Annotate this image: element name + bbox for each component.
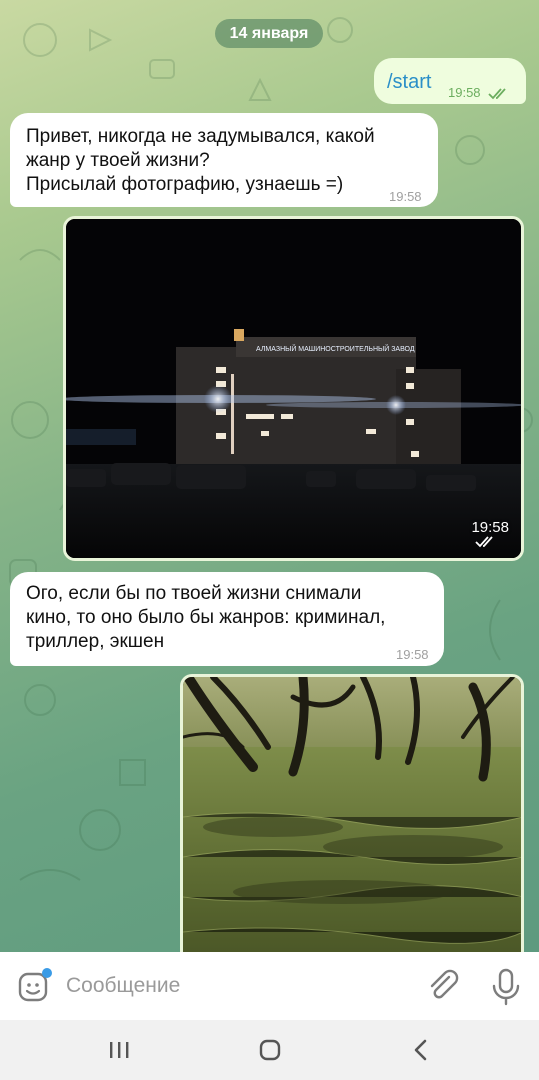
message-input[interactable]	[66, 970, 406, 1002]
message-line: кино, то оно было бы жанров: криминал,	[26, 607, 386, 628]
message-text: Ого, если бы по твоей жизни снимали кино…	[26, 582, 440, 654]
chat-background: 14 января /start 19:58 Привет, никогда н…	[0, 0, 539, 952]
message-text: /start	[387, 71, 432, 93]
sticker-emoji-icon[interactable]	[16, 968, 52, 1004]
paperclip-icon[interactable]	[425, 968, 461, 1004]
double-check-icon	[488, 87, 506, 99]
home-icon[interactable]	[250, 1035, 290, 1065]
message-line: Привет, никогда не задумывался, какой	[26, 126, 375, 147]
message-line: жанр у твоей жизни?	[26, 150, 210, 171]
photo-message-forest[interactable]	[180, 674, 524, 952]
message-line: Ого, если бы по твоей жизни снимали	[26, 583, 362, 604]
message-line: Присылай фотографию, узнаешь =)	[26, 174, 344, 195]
date-separator: 14 января	[215, 19, 323, 48]
message-incoming-genre[interactable]: Ого, если бы по твоей жизни снимали кино…	[10, 572, 444, 666]
notification-dot	[42, 968, 52, 978]
double-check-icon	[475, 536, 494, 548]
svg-text:АЛМАЗНЫЙ МАШИНОСТРОИТЕЛЬНЫЙ ЗА: АЛМАЗНЫЙ МАШИНОСТРОИТЕЛЬНЫЙ ЗАВОД	[256, 344, 415, 353]
message-composer	[0, 952, 539, 1020]
message-incoming-greeting[interactable]: Привет, никогда не задумывался, какой жа…	[10, 113, 438, 207]
photo-time: 19:58	[471, 519, 509, 548]
microphone-icon[interactable]	[488, 966, 524, 1006]
forest-grass-photo	[183, 677, 521, 952]
message-time: 19:58	[389, 189, 422, 204]
message-outgoing-start[interactable]: /start 19:58	[374, 58, 526, 104]
photo-message-night-building[interactable]: АЛМАЗНЫЙ МАШИНОСТРОИТЕЛЬНЫЙ ЗАВОД 19:58	[63, 216, 524, 561]
back-icon[interactable]	[401, 1035, 441, 1065]
recent-apps-icon[interactable]	[99, 1035, 139, 1065]
message-line: триллер, экшен	[26, 631, 165, 652]
message-text: Привет, никогда не задумывался, какой жа…	[26, 125, 426, 197]
message-time: 19:58	[396, 647, 429, 662]
night-building-photo: АЛМАЗНЫЙ МАШИНОСТРОИТЕЛЬНЫЙ ЗАВОД	[66, 219, 521, 558]
system-navigation-bar	[0, 1020, 539, 1080]
message-time: 19:58	[448, 81, 510, 105]
